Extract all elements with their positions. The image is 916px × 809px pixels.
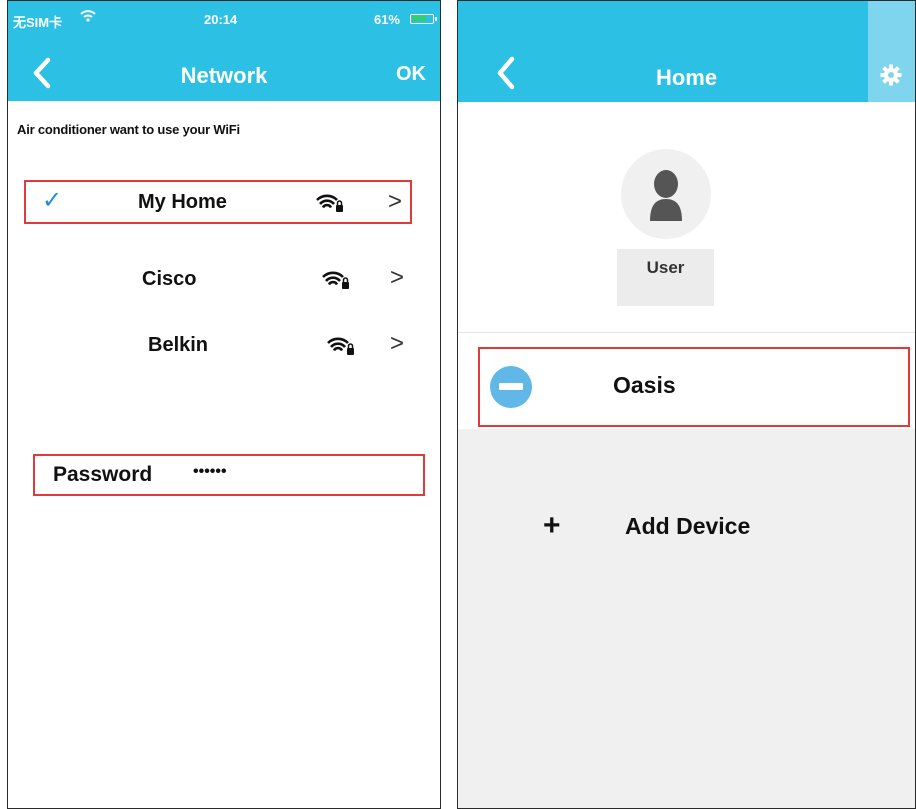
page-title: Home [655,65,718,90]
password-field[interactable]: Password •••••• [33,454,425,496]
nav-bar: Network OK [8,37,440,101]
network-row-belkin[interactable]: Belkin > [24,324,412,368]
carrier-label: 无SIM卡 [13,15,63,30]
device-list: Oasis [458,333,915,429]
user-label: User [646,258,685,277]
add-device-label: Add Device [625,513,751,539]
network-row-my-home[interactable]: ✓ My Home > [24,180,412,224]
wifi-locked-icon [322,271,349,289]
wifi-prompt-text: Air conditioner want to use your WiFi [17,122,240,137]
network-row-cisco[interactable]: Cisco > [24,258,412,302]
add-device-area: + Add Device [458,429,915,808]
network-name: My Home [138,191,227,213]
home-screen: Home User Oasis + Add Device [457,0,916,809]
chevron-right-icon: > [389,264,404,291]
user-label-box[interactable]: User [617,249,714,306]
wifi-locked-icon [327,337,354,355]
chevron-right-icon: > [387,188,402,215]
password-value: •••••• [193,463,227,480]
battery-percent: 61% [373,12,400,27]
check-icon: ✓ [42,187,63,214]
status-bar: 无SIM卡 20:14 61% [8,1,440,37]
plus-icon: + [543,509,561,542]
password-label: Password [53,463,153,486]
add-device-button[interactable]: + Add Device [543,509,803,549]
wifi-locked-icon [316,194,343,212]
page-title: Network [180,63,268,88]
chevron-right-icon: > [389,330,404,357]
network-name: Belkin [148,334,209,356]
network-screen: 无SIM卡 20:14 61% Network OK Air condition… [7,0,441,809]
network-name: Cisco [142,268,197,290]
nav-bar: Home [458,1,915,102]
avatar[interactable] [621,149,711,239]
wifi-status-icon [80,10,96,22]
battery-icon [410,14,437,24]
user-silhouette-icon [650,170,682,221]
air-conditioner-icon [490,366,532,408]
device-name: Oasis [613,372,676,398]
device-item-oasis[interactable]: Oasis [478,347,910,427]
settings-button[interactable] [868,1,915,102]
gear-icon [880,64,902,86]
ok-button[interactable]: OK [396,63,426,86]
status-time: 20:14 [204,12,238,27]
user-section: User [458,102,915,332]
